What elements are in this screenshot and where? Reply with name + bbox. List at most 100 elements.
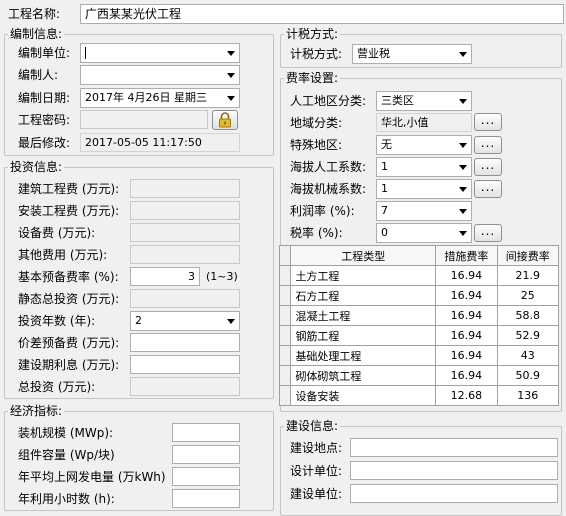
profit-rate-select[interactable]: 7 bbox=[376, 201, 472, 221]
tax-rate-select[interactable]: 0 bbox=[376, 223, 472, 243]
investment-label-install: 安装工程费 (万元): bbox=[18, 204, 120, 218]
table-row[interactable]: 石方工程 16.94 25 bbox=[278, 285, 560, 306]
construction-site-input[interactable] bbox=[350, 438, 558, 457]
special-region-select[interactable]: 无 bbox=[376, 135, 472, 155]
row-header[interactable] bbox=[278, 325, 292, 346]
economic-indicators-title: 经济指标: bbox=[8, 404, 65, 418]
row-header[interactable] bbox=[278, 385, 292, 406]
investment-field-other bbox=[130, 245, 240, 264]
lock-button[interactable] bbox=[212, 110, 238, 130]
tax-rate-more-button[interactable]: ... bbox=[474, 224, 502, 242]
cell-indirect-rate[interactable]: 136 bbox=[496, 385, 560, 406]
chevron-down-icon bbox=[459, 99, 467, 104]
row-header[interactable] bbox=[278, 285, 292, 306]
investment-field-interest[interactable] bbox=[130, 355, 240, 374]
table-row[interactable]: 混凝土工程 16.94 58.8 bbox=[278, 305, 560, 326]
economic-label-module: 组件容量 (Wp/块) bbox=[18, 448, 115, 462]
cell-type[interactable]: 设备安装 bbox=[290, 385, 437, 406]
investment-years-select[interactable]: 2 bbox=[130, 311, 240, 331]
labor-region-label: 人工地区分类: bbox=[290, 94, 367, 108]
cell-measure-rate[interactable]: 16.94 bbox=[435, 365, 498, 386]
compile-unit-select[interactable] bbox=[80, 43, 240, 63]
chevron-down-icon bbox=[459, 187, 467, 192]
compile-date-picker[interactable]: 2017年 4月26日 星期三 bbox=[80, 88, 240, 108]
profit-rate-label: 利润率 (%): bbox=[290, 204, 355, 218]
altitude-machine-select[interactable]: 1 bbox=[376, 179, 472, 199]
column-header-measure-rate[interactable]: 措施费率 bbox=[435, 245, 498, 266]
construction-unit-input[interactable] bbox=[350, 484, 558, 503]
cell-measure-rate[interactable]: 16.94 bbox=[435, 305, 498, 326]
row-header[interactable] bbox=[278, 345, 292, 366]
row-header[interactable] bbox=[278, 305, 292, 326]
compile-person-select[interactable] bbox=[80, 65, 240, 85]
cell-indirect-rate[interactable]: 52.9 bbox=[496, 325, 560, 346]
investment-label-price-reserve: 价差预备费 (万元): bbox=[18, 336, 120, 350]
chevron-down-icon bbox=[459, 52, 467, 57]
project-password-input[interactable] bbox=[80, 110, 208, 129]
table-row[interactable]: 设备安装 12.68 136 bbox=[278, 385, 560, 406]
altitude-labor-label: 海拔人工系数: bbox=[290, 160, 367, 174]
compile-info-title: 编制信息: bbox=[8, 27, 65, 41]
cell-type[interactable]: 混凝土工程 bbox=[290, 305, 437, 326]
project-password-label: 工程密码: bbox=[18, 113, 71, 127]
special-region-more-button[interactable]: ... bbox=[474, 136, 502, 154]
row-header[interactable] bbox=[278, 265, 292, 286]
chevron-down-icon bbox=[227, 51, 235, 56]
altitude-labor-select[interactable]: 1 bbox=[376, 157, 472, 177]
investment-label-reserve-rate: 基本预备费率 (%): bbox=[18, 270, 119, 284]
column-header-indirect-rate[interactable]: 间接费率 bbox=[496, 245, 560, 266]
investment-label-building: 建筑工程费 (万元): bbox=[18, 182, 120, 196]
table-row[interactable]: 土方工程 16.94 21.9 bbox=[278, 265, 560, 286]
region-class-label: 地域分类: bbox=[290, 116, 343, 130]
economic-label-hours: 年利用小时数 (h): bbox=[18, 492, 115, 506]
investment-label-interest: 建设期利息 (万元): bbox=[18, 358, 120, 372]
special-region-label: 特殊地区: bbox=[290, 138, 343, 152]
cell-type[interactable]: 石方工程 bbox=[290, 285, 437, 306]
cell-indirect-rate[interactable]: 25 bbox=[496, 285, 560, 306]
cell-measure-rate[interactable]: 16.94 bbox=[435, 325, 498, 346]
economic-field-capacity[interactable] bbox=[172, 423, 240, 442]
cell-measure-rate[interactable]: 16.94 bbox=[435, 265, 498, 286]
cell-measure-rate[interactable]: 12.68 bbox=[435, 385, 498, 406]
compile-date-label: 编制日期: bbox=[18, 91, 71, 105]
cell-type[interactable]: 砌体砌筑工程 bbox=[290, 365, 437, 386]
investment-label-other: 其他费用 (万元): bbox=[18, 248, 108, 262]
fee-settings-title: 费率设置: bbox=[284, 71, 341, 85]
investment-field-reserve-rate[interactable]: 3 bbox=[130, 267, 200, 286]
compile-unit-label: 编制单位: bbox=[18, 46, 71, 60]
investment-label-equipment: 设备费 (万元): bbox=[18, 226, 96, 240]
economic-field-generation[interactable] bbox=[172, 467, 240, 486]
investment-field-install bbox=[130, 201, 240, 220]
tax-method-select[interactable]: 营业税 bbox=[352, 44, 472, 64]
investment-field-price-reserve[interactable] bbox=[130, 333, 240, 352]
cell-indirect-rate[interactable]: 21.9 bbox=[496, 265, 560, 286]
altitude-machine-more-button[interactable]: ... bbox=[474, 180, 502, 198]
labor-region-select[interactable]: 三类区 bbox=[376, 91, 472, 111]
table-row[interactable]: 砌体砌筑工程 16.94 50.9 bbox=[278, 365, 560, 386]
altitude-labor-more-button[interactable]: ... bbox=[474, 158, 502, 176]
cell-type[interactable]: 基础处理工程 bbox=[290, 345, 437, 366]
economic-field-module[interactable] bbox=[172, 445, 240, 464]
project-name-input[interactable]: 广西某某光伏工程 bbox=[80, 4, 564, 24]
table-row[interactable]: 基础处理工程 16.94 43 bbox=[278, 345, 560, 366]
row-header[interactable] bbox=[278, 365, 292, 386]
reserve-rate-hint: (1~3) bbox=[206, 270, 238, 283]
region-class-more-button[interactable]: ... bbox=[474, 113, 502, 131]
chevron-down-icon bbox=[227, 73, 235, 78]
cell-type[interactable]: 钢筋工程 bbox=[290, 325, 437, 346]
construction-info-title: 建设信息: bbox=[284, 419, 341, 433]
altitude-machine-label: 海拔机械系数: bbox=[290, 182, 367, 196]
design-unit-label: 设计单位: bbox=[290, 464, 343, 478]
economic-field-hours[interactable] bbox=[172, 489, 240, 508]
cell-indirect-rate[interactable]: 50.9 bbox=[496, 365, 560, 386]
cell-type[interactable]: 土方工程 bbox=[290, 265, 437, 286]
design-unit-input[interactable] bbox=[350, 461, 558, 480]
cell-measure-rate[interactable]: 16.94 bbox=[435, 345, 498, 366]
tax-method-title: 计税方式: bbox=[284, 27, 341, 41]
chevron-down-icon bbox=[459, 231, 467, 236]
table-row[interactable]: 钢筋工程 16.94 52.9 bbox=[278, 325, 560, 346]
cell-indirect-rate[interactable]: 43 bbox=[496, 345, 560, 366]
cell-measure-rate[interactable]: 16.94 bbox=[435, 285, 498, 306]
cell-indirect-rate[interactable]: 58.8 bbox=[496, 305, 560, 326]
column-header-type[interactable]: 工程类型 bbox=[290, 245, 437, 266]
